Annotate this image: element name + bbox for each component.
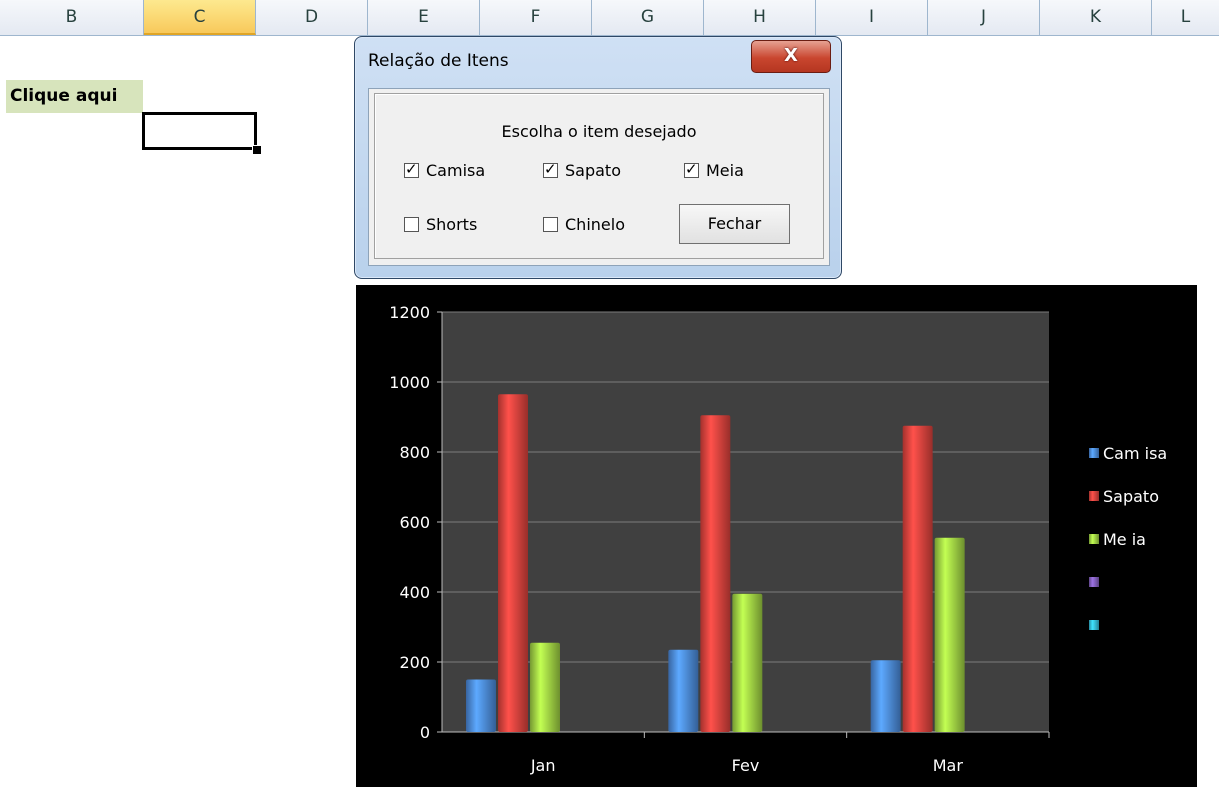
- checkbox-chinelo-box[interactable]: [543, 217, 558, 232]
- checkbox-meia-box[interactable]: [684, 160, 699, 178]
- y-tick-label: 1000: [389, 373, 430, 392]
- dialog-title: Relação de Itens: [368, 51, 509, 71]
- checkbox-shorts-box[interactable]: [404, 217, 419, 232]
- column-header-l[interactable]: L: [1152, 0, 1219, 35]
- checkbox-camisa[interactable]: Camisa: [404, 160, 486, 180]
- bar-meia-jan: [530, 642, 560, 732]
- column-header-i[interactable]: I: [816, 0, 928, 35]
- column-header-j[interactable]: J: [928, 0, 1040, 35]
- x-tick-label: Jan: [530, 756, 556, 775]
- column-header-h[interactable]: H: [704, 0, 816, 35]
- y-tick-label: 400: [399, 583, 430, 602]
- dialog-prompt: Escolha o item desejado: [501, 122, 697, 141]
- legend-swatch: [1089, 448, 1099, 458]
- fechar-button[interactable]: Fechar: [679, 204, 790, 244]
- checkbox-chinelo[interactable]: Chinelo: [543, 215, 625, 234]
- column-header-b[interactable]: B: [0, 0, 144, 35]
- selected-cell[interactable]: [142, 112, 257, 150]
- checkbox-sapato-box[interactable]: [543, 160, 558, 178]
- column-header-bar: B C D E F G H I J K L: [0, 0, 1219, 36]
- checkbox-shorts-label: Shorts: [426, 215, 478, 234]
- checkbox-chinelo-label: Chinelo: [565, 215, 625, 234]
- bar-camisa-jan: [466, 679, 496, 732]
- checkbox-sapato-label: Sapato: [565, 161, 621, 180]
- x-tick-label: Fev: [732, 756, 760, 775]
- legend-swatch: [1089, 577, 1099, 587]
- y-tick-label: 0: [420, 723, 430, 742]
- column-header-f[interactable]: F: [480, 0, 592, 35]
- chart-svg: 0 200 400 600 800 1000 1200 Jan Fev Mar Cam isa Sap…: [389, 303, 1167, 775]
- checkbox-meia-label: Meia: [706, 161, 744, 180]
- checkbox-shorts[interactable]: Shorts: [404, 215, 477, 234]
- legend-label: Sapato: [1103, 487, 1159, 506]
- y-tick-label: 800: [399, 443, 430, 462]
- bar-sapato-mar: [902, 425, 933, 732]
- bar-sapato-fev: [700, 415, 731, 732]
- column-header-g[interactable]: G: [592, 0, 704, 35]
- legend-label: Cam isa: [1103, 444, 1167, 463]
- bar-meia-mar: [934, 537, 965, 732]
- column-header-c[interactable]: C: [144, 0, 256, 35]
- checkbox-meia[interactable]: Meia: [684, 160, 744, 180]
- bar-sapato-jan: [498, 394, 528, 732]
- y-tick-label: 200: [399, 653, 430, 672]
- checkbox-sapato[interactable]: Sapato: [543, 160, 621, 180]
- bar-camisa-mar: [870, 660, 901, 732]
- clique-aqui-cell[interactable]: Clique aqui: [6, 80, 143, 113]
- x-tick-label: Mar: [933, 756, 964, 775]
- column-header-d[interactable]: D: [256, 0, 368, 35]
- checkbox-camisa-label: Camisa: [426, 161, 486, 180]
- relacao-dialog: Relação de Itens X Escolha o item deseja…: [354, 36, 842, 279]
- dialog-body: Escolha o item desejado Camisa Sapato Me…: [368, 88, 830, 266]
- bar-camisa-fev: [668, 649, 699, 732]
- bar-chart[interactable]: 0 200 400 600 800 1000 1200 Jan Fev Mar Cam isa Sap…: [356, 285, 1197, 787]
- fill-handle[interactable]: [252, 145, 262, 155]
- legend-swatch: [1089, 491, 1099, 501]
- legend-swatch: [1089, 534, 1099, 544]
- y-tick-label: 600: [399, 513, 430, 532]
- column-header-e[interactable]: E: [368, 0, 480, 35]
- checkbox-camisa-box[interactable]: [404, 160, 419, 178]
- dialog-close-button[interactable]: X: [751, 40, 831, 73]
- legend-label: Me ia: [1103, 530, 1146, 549]
- legend-swatch: [1089, 620, 1099, 630]
- bar-meia-fev: [732, 593, 763, 732]
- y-tick-label: 1200: [389, 303, 430, 322]
- column-header-k[interactable]: K: [1040, 0, 1152, 35]
